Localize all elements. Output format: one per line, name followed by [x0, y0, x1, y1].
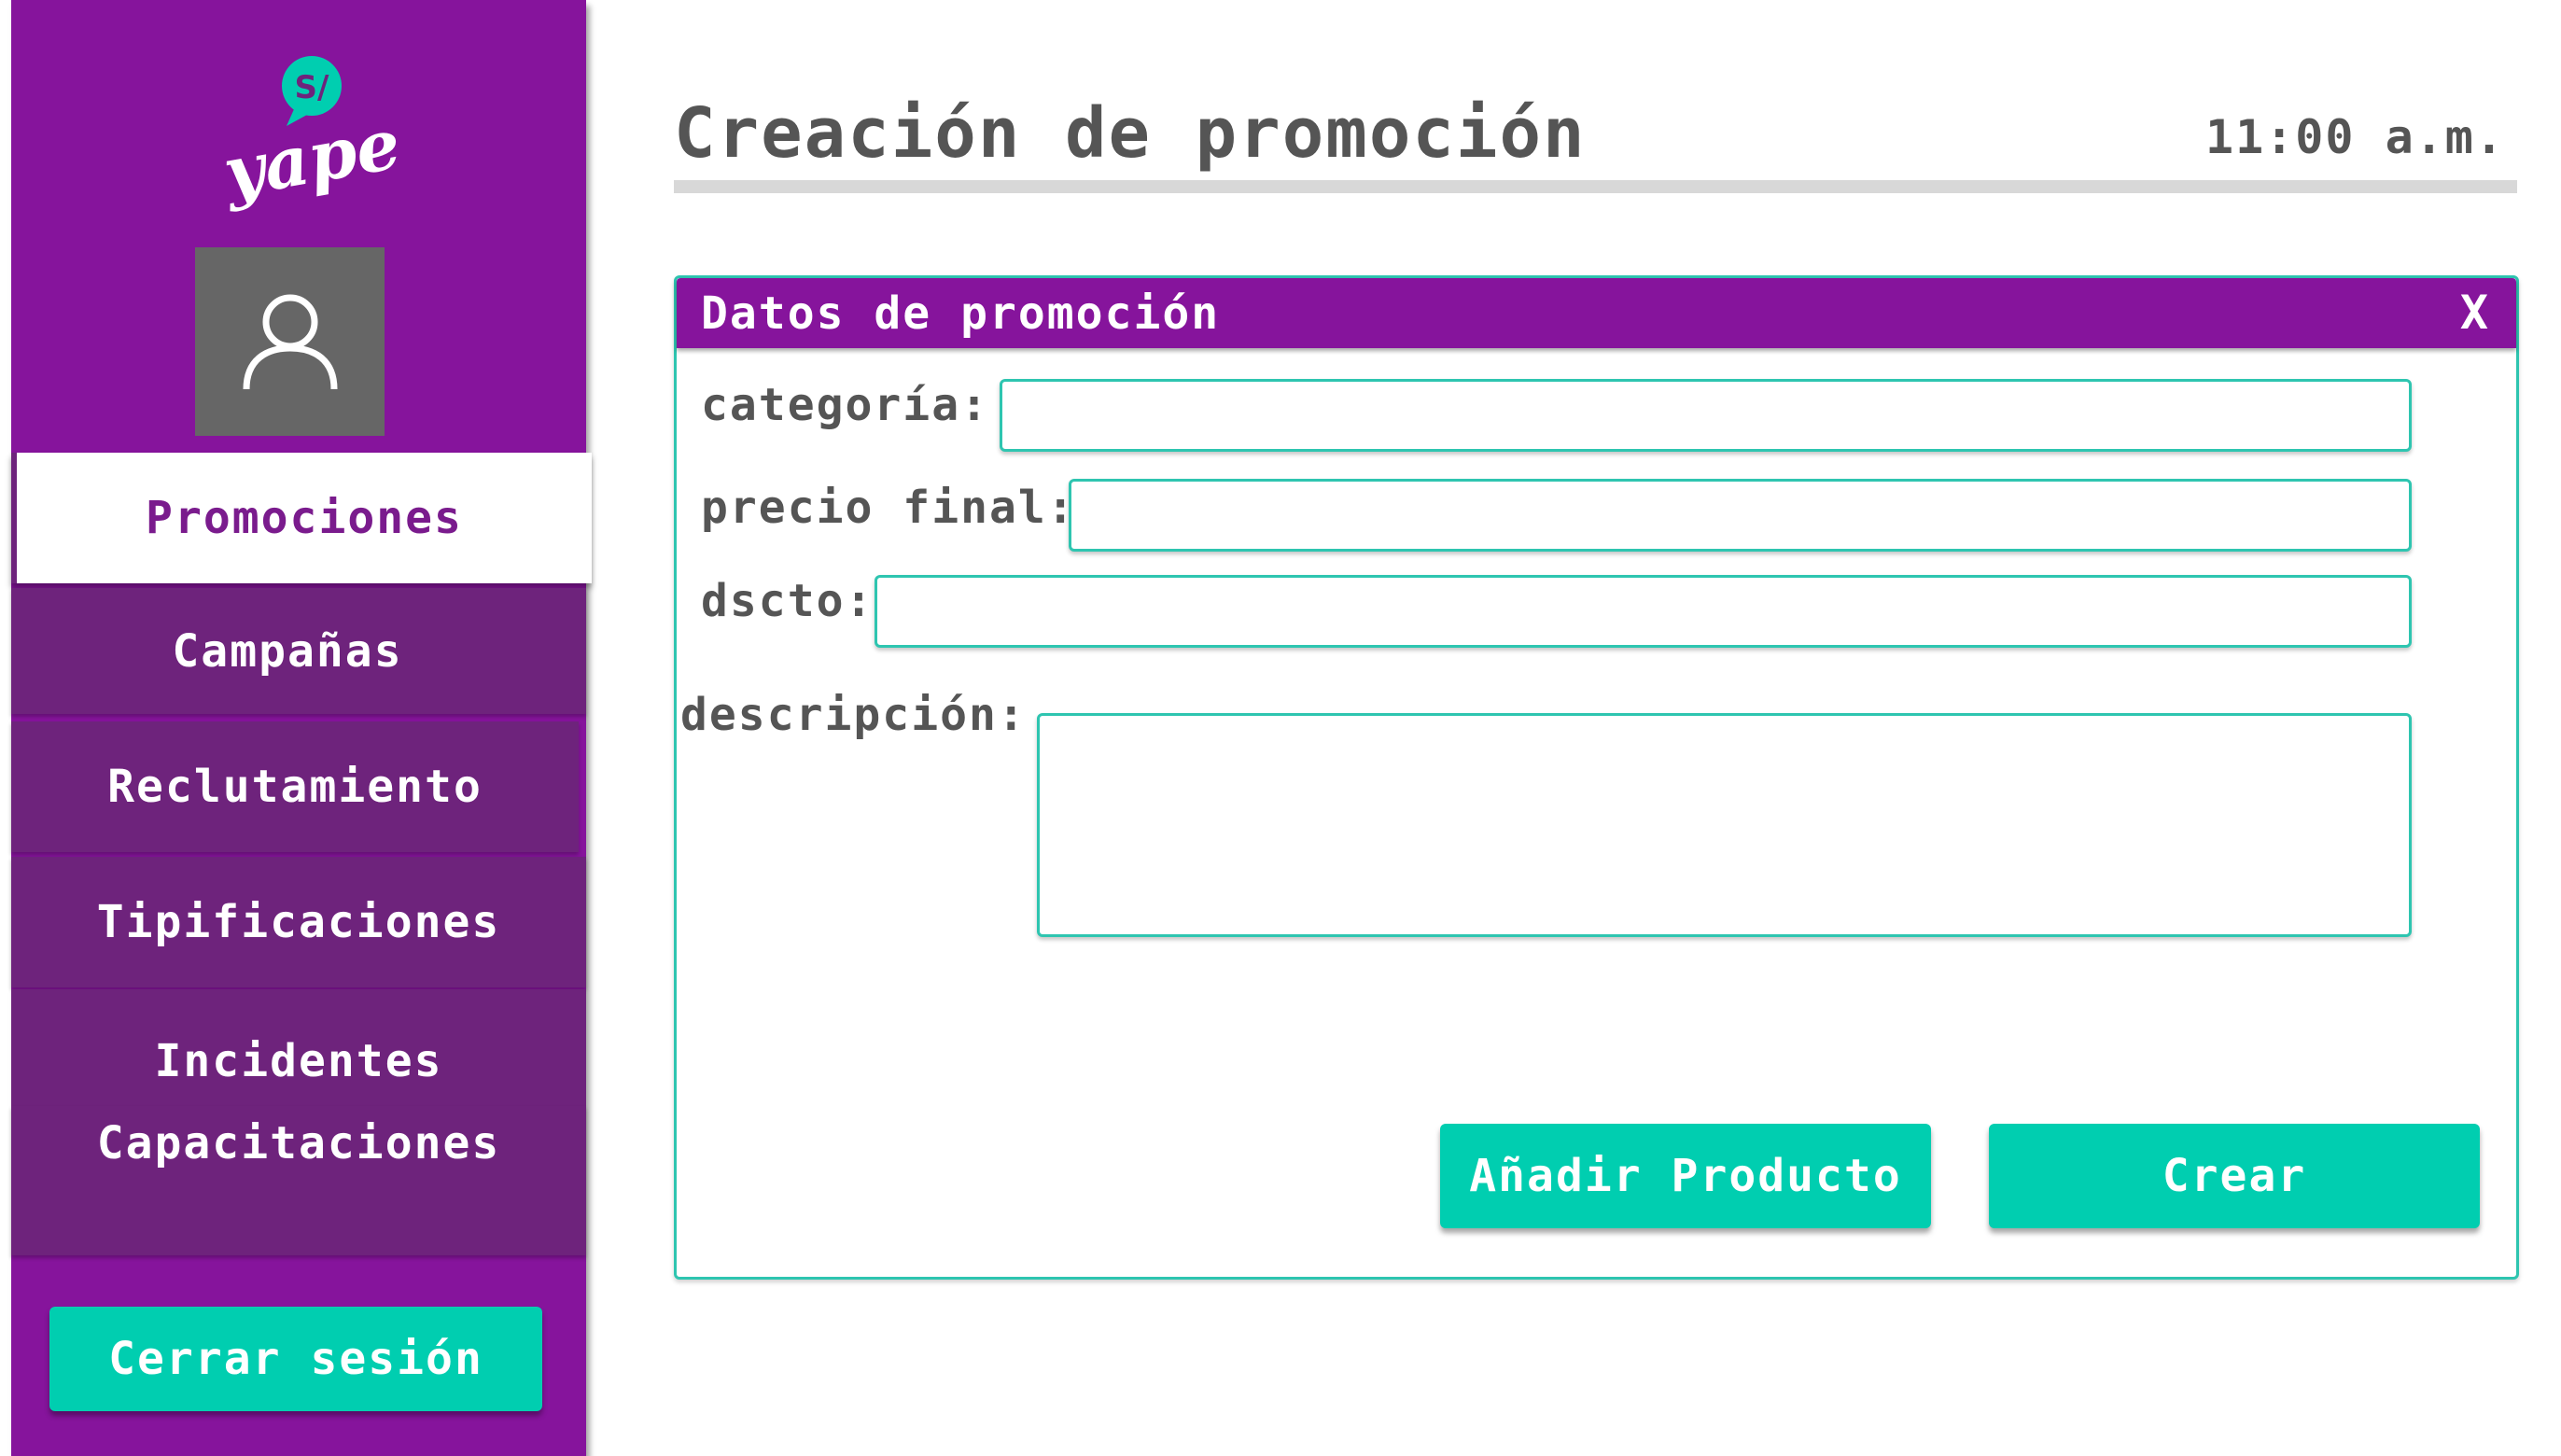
sidebar-item-label: Campañas	[172, 624, 403, 678]
page-title: Creación de promoción	[674, 93, 1587, 174]
avatar[interactable]	[195, 247, 385, 436]
close-icon[interactable]: X	[2460, 286, 2488, 340]
descripcion-field[interactable]	[1037, 713, 2412, 937]
panel-header: Datos de promoción X	[677, 278, 2516, 348]
promotion-form-panel: Datos de promoción X categoría: precio f…	[674, 275, 2519, 1280]
categoria-field[interactable]	[1000, 379, 2412, 452]
sidebar-item-campanas[interactable]: Campañas	[11, 588, 586, 714]
sidebar-item-label: Tipificaciones	[96, 896, 501, 948]
sidebar-item-label: Incidentes	[154, 1035, 443, 1087]
clock: 11:00 a.m.	[2204, 110, 2505, 164]
logo-badge: S/	[295, 69, 329, 106]
logout-label: Cerrar sesión	[108, 1333, 483, 1385]
yape-logo: S/ yape	[217, 51, 406, 229]
sidebar-item-label: Promociones	[146, 492, 463, 544]
sidebar-item-label: Capacitaciones	[96, 1117, 501, 1169]
sidebar-item-incidentes[interactable]: Incidentes	[11, 989, 586, 1106]
logout-button[interactable]: Cerrar sesión	[49, 1307, 542, 1411]
sidebar: S/ yape Promociones Campañas Reclutamien…	[11, 0, 592, 1456]
panel-title: Datos de promoción	[701, 287, 1221, 340]
create-label: Crear	[2162, 1150, 2307, 1202]
create-button[interactable]: Crear	[1989, 1124, 2480, 1228]
logo-text: yape	[221, 104, 399, 214]
precio-final-label: precio final:	[701, 482, 1076, 534]
sidebar-item-capacitaciones[interactable]: Capacitaciones	[11, 1106, 586, 1255]
user-icon	[243, 294, 337, 390]
add-product-label: Añadir Producto	[1469, 1150, 1902, 1202]
dscto-label: dscto:	[701, 575, 875, 627]
sidebar-item-reclutamiento[interactable]: Reclutamiento	[11, 721, 579, 852]
sidebar-item-promociones[interactable]: Promociones	[11, 453, 592, 583]
sidebar-item-tipificaciones[interactable]: Tipificaciones	[11, 857, 586, 987]
categoria-label: categoría:	[701, 379, 989, 431]
descripcion-label: descripción:	[680, 689, 1027, 741]
title-divider	[674, 180, 2517, 193]
dscto-field[interactable]	[875, 575, 2412, 648]
precio-final-field[interactable]	[1069, 479, 2412, 552]
sidebar-item-label: Reclutamiento	[107, 761, 483, 813]
add-product-button[interactable]: Añadir Producto	[1440, 1124, 1931, 1228]
